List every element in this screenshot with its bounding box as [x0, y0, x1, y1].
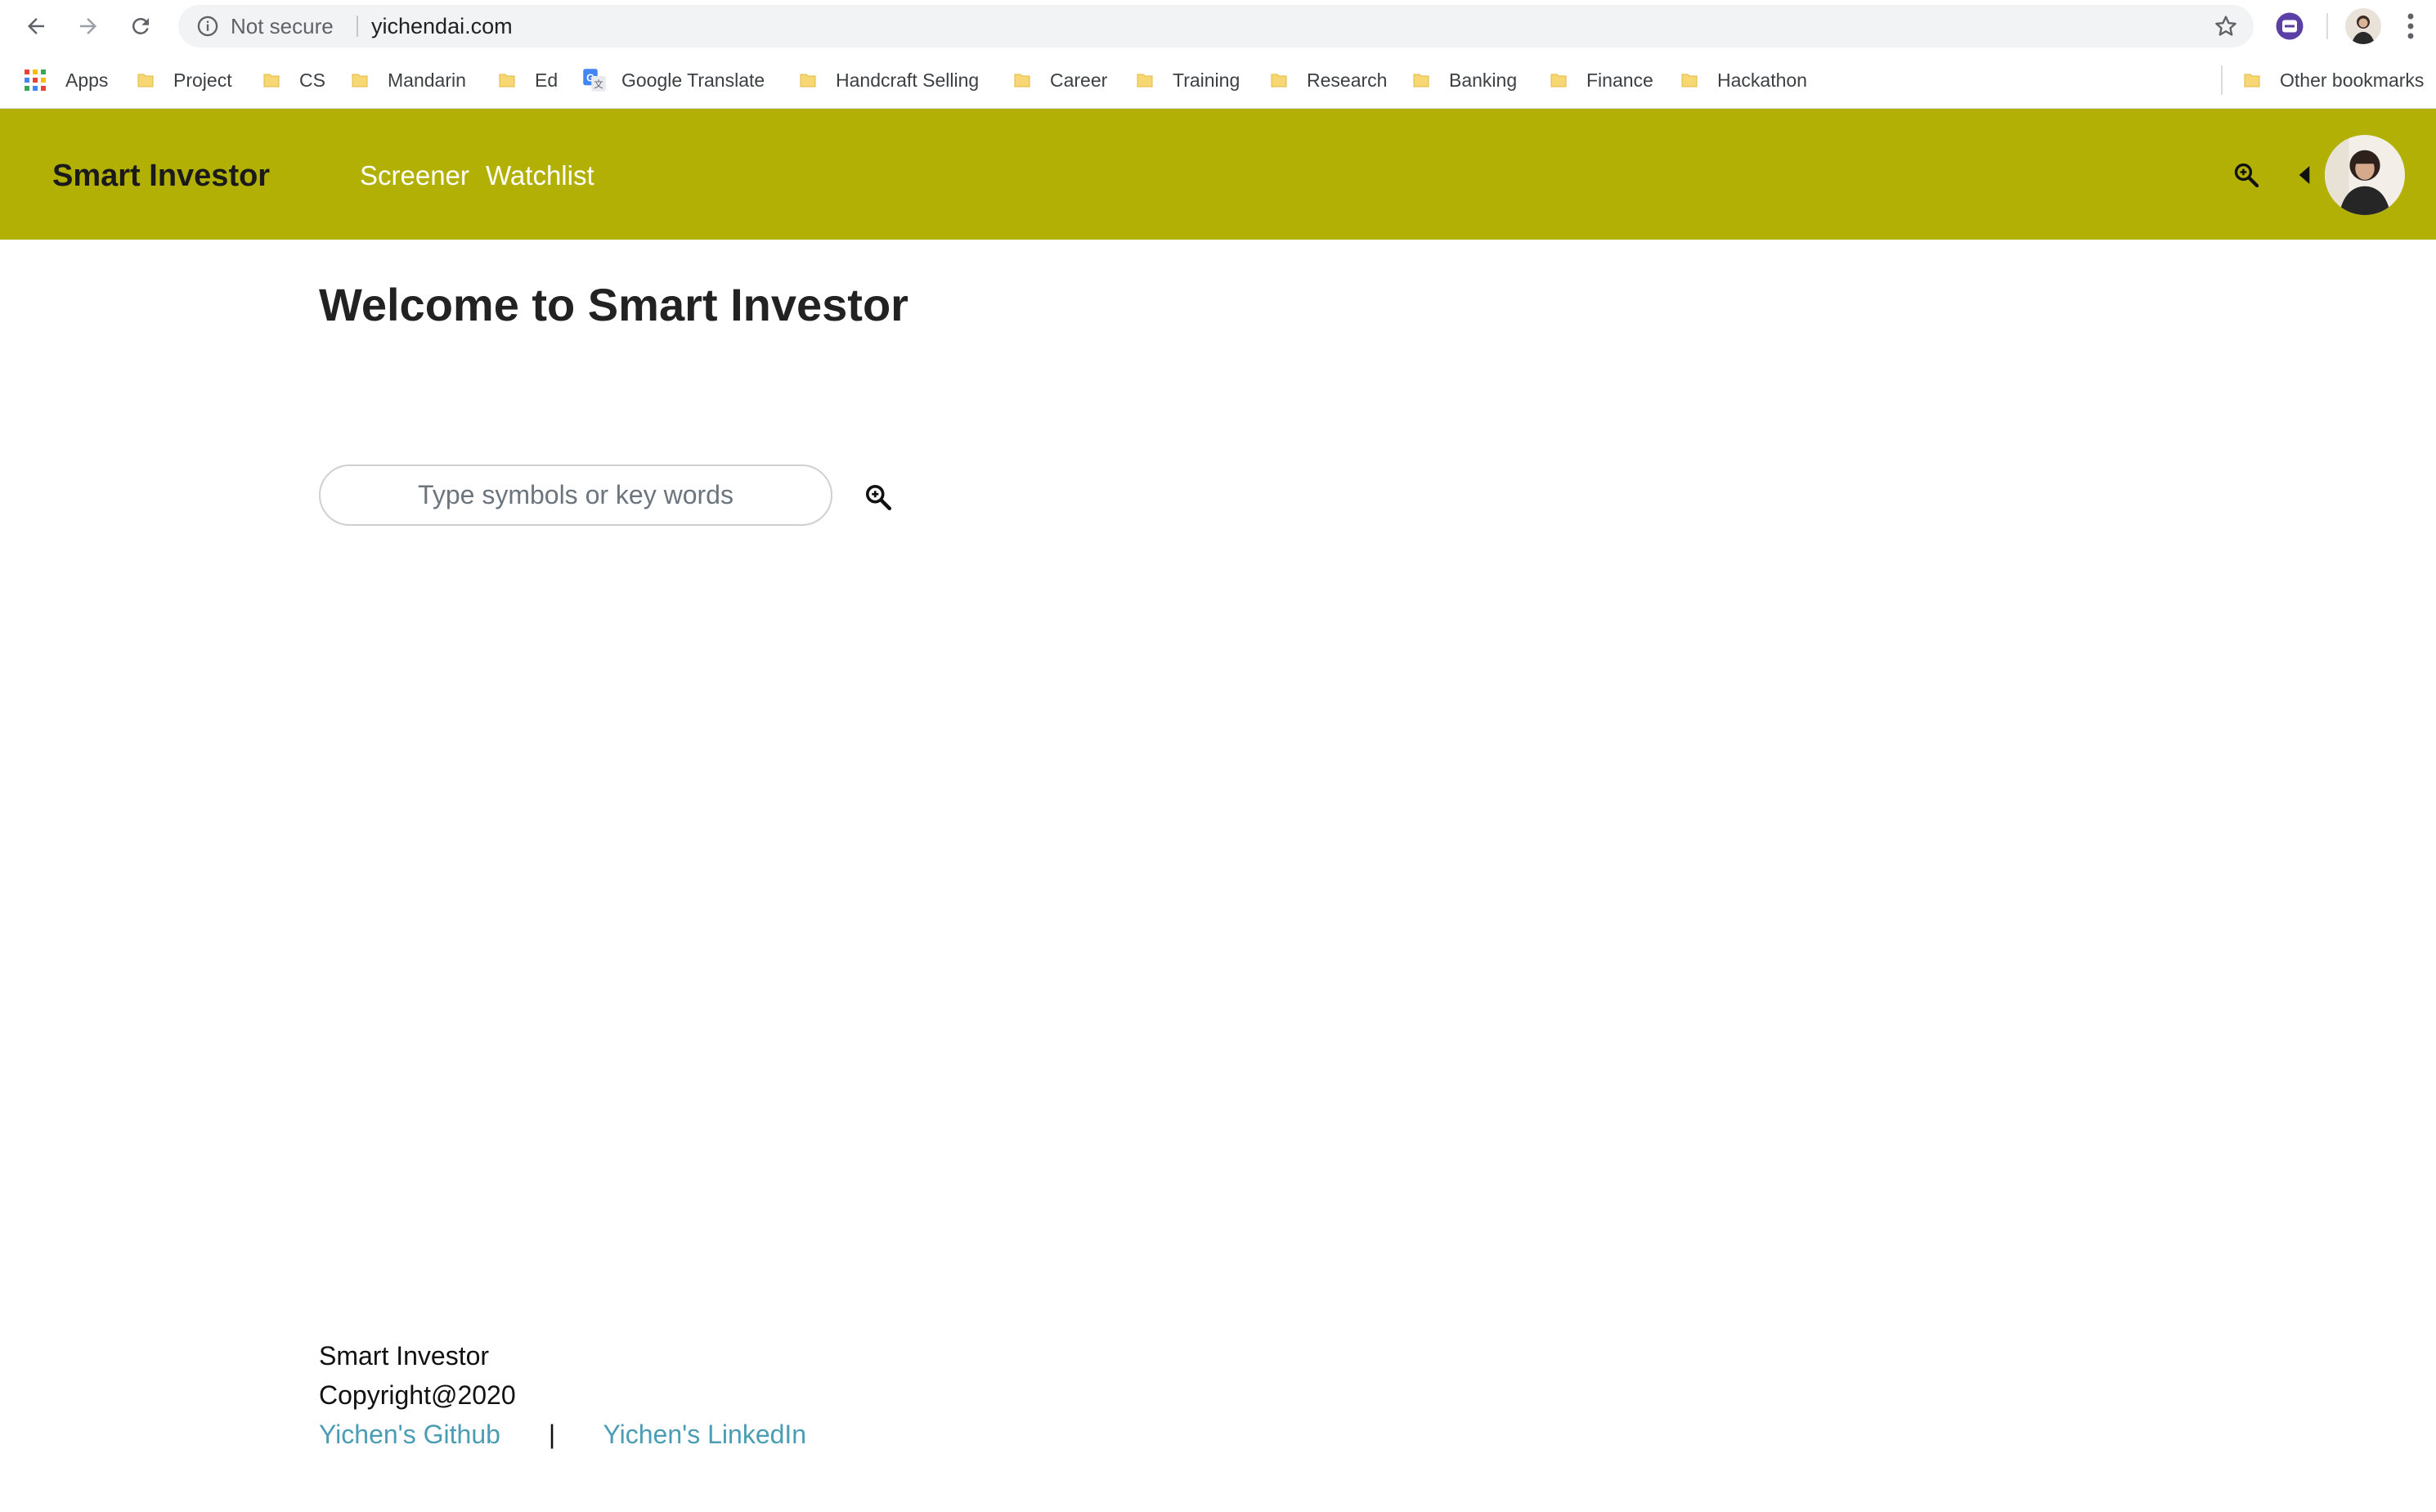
brand-logo[interactable]: Smart Investor [52, 109, 270, 243]
bookmark-label: Training [1173, 69, 1240, 91]
folder-icon [1271, 74, 1287, 87]
profile-avatar[interactable] [2345, 8, 2381, 44]
caret-left-icon[interactable] [2298, 166, 2311, 184]
extension-icon[interactable] [2275, 11, 2304, 41]
nav-link-screener[interactable]: Screener [360, 109, 469, 243]
bookmark-label: Apps [65, 69, 109, 91]
user-avatar[interactable] [2325, 135, 2405, 215]
security-status[interactable]: Not secure [231, 5, 334, 47]
toolbar-divider [2326, 13, 2328, 39]
bookmark-finance[interactable]: Finance [1549, 52, 1653, 108]
bookmark-label: Hackathon [1717, 69, 1807, 91]
bookmark-label: Finance [1586, 69, 1653, 91]
bookmark-mandarin[interactable]: Mandarin [350, 52, 466, 108]
folder-icon [2244, 74, 2260, 87]
svg-text:文: 文 [594, 79, 603, 90]
bookmark-label: CS [299, 69, 325, 91]
folder-icon [499, 74, 515, 87]
bookmark-label: Mandarin [388, 69, 466, 91]
bookmark-handcraft-selling[interactable]: Handcraft Selling [798, 52, 979, 108]
bookmarks-divider [2221, 65, 2223, 95]
folder-icon [352, 74, 368, 87]
search-icon[interactable] [2232, 161, 2260, 189]
folder-icon [1413, 74, 1429, 87]
site-navbar: Smart Investor Screener Watchlist [0, 109, 2436, 240]
bookmarks-bar: Apps Project CS Mandarin Ed G文 Google Tr… [0, 52, 2436, 109]
bookmark-label: Banking [1449, 69, 1518, 91]
bookmark-google-translate[interactable]: G文 Google Translate [582, 52, 765, 108]
bookmark-hackathon[interactable]: Hackathon [1680, 52, 1807, 108]
bookmark-ed[interactable]: Ed [497, 52, 558, 108]
footer-separator: | [548, 1420, 556, 1449]
bookmark-banking[interactable]: Banking [1411, 52, 1517, 108]
reload-icon [132, 17, 149, 34]
folder-icon [800, 74, 816, 87]
folder-icon [1550, 74, 1567, 87]
symbol-search-input[interactable] [319, 464, 832, 526]
footer-copyright: Copyright@2020 [319, 1380, 516, 1410]
folder-icon [263, 74, 280, 87]
github-link[interactable]: Yichen's Github [319, 1420, 500, 1449]
bookmark-label: Ed [535, 69, 559, 91]
kebab-menu-icon[interactable] [2404, 11, 2417, 41]
bookmark-label: Career [1050, 69, 1108, 91]
google-translate-icon: G文 [583, 69, 606, 92]
folder-icon [1681, 74, 1698, 87]
browser-toolbar: Not secure yichendai.com [0, 0, 2436, 52]
bookmark-training[interactable]: Training [1135, 52, 1240, 108]
star-icon[interactable] [2213, 13, 2239, 39]
address-bar[interactable]: Not secure yichendai.com [178, 5, 2254, 47]
folder-icon [1137, 74, 1153, 87]
nav-link-watchlist[interactable]: Watchlist [486, 109, 594, 243]
bookmark-research[interactable]: Research [1269, 52, 1387, 108]
bookmark-label: Other bookmarks [2280, 69, 2425, 91]
url-text[interactable]: yichendai.com [371, 5, 513, 47]
back-button[interactable] [20, 10, 52, 43]
bookmark-other[interactable]: Other bookmarks [2242, 52, 2424, 108]
footer-links: Yichen's Github | Yichen's LinkedIn [319, 1420, 806, 1450]
bookmark-career[interactable]: Career [1012, 52, 1107, 108]
bookmark-label: Project [173, 69, 232, 91]
search-icon[interactable] [864, 482, 893, 512]
folder-icon [1014, 74, 1030, 87]
linkedin-link[interactable]: Yichen's LinkedIn [603, 1420, 806, 1449]
forward-button[interactable] [72, 10, 105, 43]
bookmark-apps[interactable]: Apps [25, 52, 108, 108]
bookmark-label: Handcraft Selling [836, 69, 980, 91]
apps-grid-icon [25, 70, 46, 91]
arrow-right-icon [80, 18, 96, 34]
info-icon[interactable] [196, 15, 219, 38]
arrow-left-icon [28, 18, 44, 34]
bookmark-label: Google Translate [621, 69, 765, 91]
bookmark-cs[interactable]: CS [262, 52, 325, 108]
bookmark-label: Research [1307, 69, 1388, 91]
footer-site-name: Smart Investor [319, 1341, 490, 1371]
bookmark-project[interactable]: Project [136, 52, 232, 108]
folder-icon [137, 74, 154, 87]
omnibox-divider [357, 16, 358, 37]
reload-button[interactable] [124, 10, 157, 43]
page-title: Welcome to Smart Investor [319, 279, 908, 330]
